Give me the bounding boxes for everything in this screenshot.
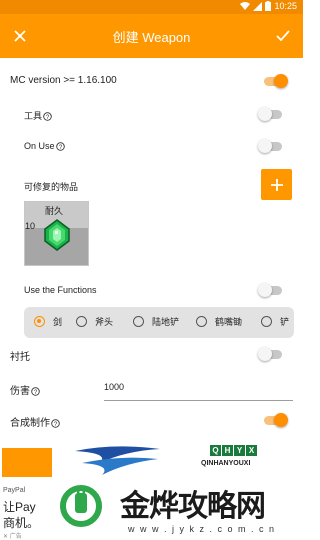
hand-equipped-label: 衬托 [10,352,30,363]
brand-sub-text: QINHANYOUXI [201,460,251,467]
emerald-icon [44,219,70,251]
radio-option-axe[interactable]: 斧头 [76,315,113,328]
tool-label-row: 工具? [24,109,52,122]
repair-item-tile[interactable]: 耐久 10 [24,201,89,266]
close-button[interactable] [8,24,32,48]
signal-icon [253,1,263,11]
help-icon[interactable]: ? [55,142,65,151]
durability-value: 10 [25,221,36,231]
close-icon [14,30,26,42]
use-functions-switch[interactable] [258,282,284,298]
ad-orange-block [2,448,52,477]
craftable-label: 合成制作 [10,418,50,429]
repair-items-label: 可修复的物品 [24,182,79,192]
radio-option-sword[interactable]: 剑 [34,315,62,328]
radio-option-pickaxe[interactable]: 鹤嘴锄 [196,315,242,328]
help-icon[interactable]: ? [51,419,60,428]
craftable-switch[interactable] [262,412,288,428]
ad-tag[interactable]: ✕ 广告 [3,531,22,540]
green-plug-logo [60,485,102,527]
page-title: 创建 Weapon [112,30,191,45]
plus-icon [270,178,283,191]
damage-label-row: 伤害? [10,382,40,397]
damage-input[interactable]: 1000 [104,377,293,401]
check-icon [276,30,290,42]
brand-name: 金烨攻略网 [120,489,266,524]
brand-swoosh-logo [75,446,160,475]
radio-option-shovel[interactable]: 陆地铲 [133,315,179,328]
ad-paypal-text: 让Pay 商机。 [3,500,40,530]
status-bar: 10:25 [0,0,303,14]
tool-label: 工具 [24,111,43,121]
help-icon[interactable]: ? [31,387,40,396]
damage-label: 伤害 [10,386,30,397]
on-use-switch[interactable] [258,138,284,154]
ad-paypal-small: PayPal [3,487,26,494]
confirm-button[interactable] [271,24,295,48]
use-functions-label: Use the Functions [24,285,97,295]
radio-option-hoe[interactable]: 铲 [261,315,289,328]
hand-equipped-switch[interactable] [258,346,284,362]
ad-banner[interactable]: PayPal 让Pay 商机。 ✕ 广告 Q H Y X QINHANYOUXI… [0,437,303,540]
mc-version-switch[interactable] [262,73,288,89]
battery-icon [265,1,272,11]
on-use-label: On Use [24,141,55,151]
tool-switch[interactable] [258,106,284,122]
help-icon[interactable]: ? [43,112,52,121]
function-radio-group: 剑 斧头 陆地铲 鹤嘴锄 铲 [24,307,294,338]
app-bar: 创建 Weapon [0,14,303,58]
brand-letter-box: Q H Y X [210,445,257,456]
add-repair-item-button[interactable] [261,169,292,200]
craftable-label-row: 合成制作? [10,414,60,429]
wifi-icon [240,1,251,10]
on-use-label-row: On Use? [24,141,65,151]
mc-version-label: MC version >= 1.16.100 [10,75,117,86]
brand-url: w w w . j y k z . c o m . c n [128,524,276,534]
durability-label: 耐久 [45,206,64,216]
status-time: 10:25 [274,1,297,11]
status-icons: 10:25 [240,1,297,11]
